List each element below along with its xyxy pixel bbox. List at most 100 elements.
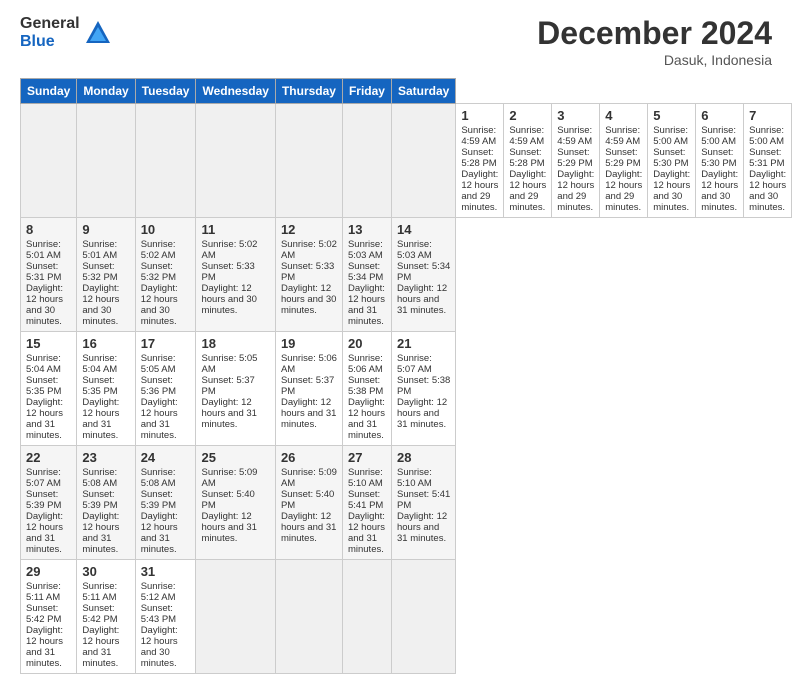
day-number: 1 — [461, 108, 498, 123]
table-row: 5Sunrise: 5:00 AMSunset: 5:30 PMDaylight… — [648, 104, 696, 218]
sunrise-text: Sunrise: 5:05 AM — [201, 353, 257, 375]
daylight-text: Daylight: 12 hours and 31 minutes. — [397, 397, 447, 430]
sunset-text: Sunset: 5:39 PM — [82, 489, 117, 511]
day-number: 24 — [141, 450, 191, 465]
daylight-text: Daylight: 12 hours and 30 minutes. — [26, 283, 63, 327]
logo-blue: Blue — [20, 33, 80, 51]
sunset-text: Sunset: 5:31 PM — [749, 147, 784, 169]
sunset-text: Sunset: 5:35 PM — [26, 375, 61, 397]
logo: General Blue — [20, 15, 112, 50]
daylight-text: Daylight: 12 hours and 31 minutes. — [26, 511, 63, 555]
day-number: 23 — [82, 450, 129, 465]
table-row: 8Sunrise: 5:01 AMSunset: 5:31 PMDaylight… — [21, 218, 77, 332]
page: General Blue December 2024 Dasuk, Indone… — [0, 0, 792, 612]
daylight-text: Daylight: 12 hours and 31 minutes. — [397, 283, 447, 316]
sunset-text: Sunset: 5:42 PM — [26, 603, 61, 625]
title-block: December 2024 Dasuk, Indonesia — [537, 15, 772, 68]
day-number: 27 — [348, 450, 386, 465]
sunrise-text: Sunrise: 5:11 AM — [26, 581, 61, 603]
day-number: 29 — [26, 564, 71, 579]
sunrise-text: Sunrise: 4:59 AM — [461, 125, 496, 147]
day-number: 3 — [557, 108, 594, 123]
col-saturday: Saturday — [391, 79, 455, 104]
table-row: 3Sunrise: 4:59 AMSunset: 5:29 PMDaylight… — [552, 104, 600, 218]
table-row: 10Sunrise: 5:02 AMSunset: 5:32 PMDayligh… — [135, 218, 196, 332]
table-row: 23Sunrise: 5:08 AMSunset: 5:39 PMDayligh… — [77, 446, 135, 560]
daylight-text: Daylight: 12 hours and 31 minutes. — [348, 283, 385, 327]
daylight-text: Daylight: 12 hours and 30 minutes. — [201, 283, 256, 316]
sunset-text: Sunset: 5:31 PM — [26, 261, 61, 283]
location: Dasuk, Indonesia — [537, 52, 772, 68]
day-number: 15 — [26, 336, 71, 351]
sunrise-text: Sunrise: 5:06 AM — [281, 353, 337, 375]
calendar-header-row: Sunday Monday Tuesday Wednesday Thursday… — [21, 79, 792, 104]
sunrise-text: Sunrise: 4:59 AM — [605, 125, 640, 147]
sunrise-text: Sunrise: 5:07 AM — [397, 353, 432, 375]
daylight-text: Daylight: 12 hours and 29 minutes. — [509, 169, 546, 213]
sunrise-text: Sunrise: 5:02 AM — [281, 239, 337, 261]
table-row: 24Sunrise: 5:08 AMSunset: 5:39 PMDayligh… — [135, 446, 196, 560]
sunset-text: Sunset: 5:28 PM — [461, 147, 496, 169]
logo-text: General Blue — [20, 15, 80, 50]
daylight-text: Daylight: 12 hours and 31 minutes. — [141, 511, 178, 555]
daylight-text: Daylight: 12 hours and 31 minutes. — [348, 397, 385, 441]
daylight-text: Daylight: 12 hours and 31 minutes. — [26, 625, 63, 669]
day-number: 9 — [82, 222, 129, 237]
day-number: 7 — [749, 108, 786, 123]
sunrise-text: Sunrise: 5:01 AM — [82, 239, 117, 261]
sunset-text: Sunset: 5:33 PM — [281, 261, 334, 283]
day-number: 26 — [281, 450, 337, 465]
day-number: 30 — [82, 564, 129, 579]
sunrise-text: Sunrise: 5:09 AM — [201, 467, 257, 489]
day-number: 21 — [397, 336, 450, 351]
table-row — [342, 560, 391, 674]
daylight-text: Daylight: 12 hours and 31 minutes. — [201, 511, 256, 544]
daylight-text: Daylight: 12 hours and 30 minutes. — [701, 169, 738, 213]
table-row: 19Sunrise: 5:06 AMSunset: 5:37 PMDayligh… — [275, 332, 342, 446]
daylight-text: Daylight: 12 hours and 31 minutes. — [397, 511, 447, 544]
daylight-text: Daylight: 12 hours and 30 minutes. — [82, 283, 119, 327]
day-number: 5 — [653, 108, 690, 123]
table-row: 15Sunrise: 5:04 AMSunset: 5:35 PMDayligh… — [21, 332, 77, 446]
month-title: December 2024 — [537, 15, 772, 52]
sunrise-text: Sunrise: 5:10 AM — [348, 467, 383, 489]
table-row — [21, 104, 77, 218]
table-row: 31Sunrise: 5:12 AMSunset: 5:43 PMDayligh… — [135, 560, 196, 674]
daylight-text: Daylight: 12 hours and 30 minutes. — [281, 283, 336, 316]
table-row: 18Sunrise: 5:05 AMSunset: 5:37 PMDayligh… — [196, 332, 275, 446]
table-row: 20Sunrise: 5:06 AMSunset: 5:38 PMDayligh… — [342, 332, 391, 446]
sunrise-text: Sunrise: 5:00 AM — [701, 125, 736, 147]
sunset-text: Sunset: 5:30 PM — [701, 147, 736, 169]
daylight-text: Daylight: 12 hours and 31 minutes. — [281, 397, 336, 430]
sunset-text: Sunset: 5:38 PM — [397, 375, 450, 397]
table-row: 12Sunrise: 5:02 AMSunset: 5:33 PMDayligh… — [275, 218, 342, 332]
sunset-text: Sunset: 5:35 PM — [82, 375, 117, 397]
day-number: 10 — [141, 222, 191, 237]
daylight-text: Daylight: 12 hours and 30 minutes. — [653, 169, 690, 213]
daylight-text: Daylight: 12 hours and 31 minutes. — [82, 397, 119, 441]
daylight-text: Daylight: 12 hours and 31 minutes. — [281, 511, 336, 544]
sunrise-text: Sunrise: 5:12 AM — [141, 581, 176, 603]
table-row — [275, 104, 342, 218]
table-row — [196, 560, 275, 674]
daylight-text: Daylight: 12 hours and 31 minutes. — [82, 625, 119, 669]
sunrise-text: Sunrise: 5:03 AM — [397, 239, 432, 261]
table-row: 26Sunrise: 5:09 AMSunset: 5:40 PMDayligh… — [275, 446, 342, 560]
daylight-text: Daylight: 12 hours and 31 minutes. — [82, 511, 119, 555]
sunrise-text: Sunrise: 5:05 AM — [141, 353, 176, 375]
sunset-text: Sunset: 5:37 PM — [281, 375, 334, 397]
table-row: 11Sunrise: 5:02 AMSunset: 5:33 PMDayligh… — [196, 218, 275, 332]
sunset-text: Sunset: 5:39 PM — [141, 489, 176, 511]
table-row — [342, 104, 391, 218]
sunset-text: Sunset: 5:40 PM — [201, 489, 254, 511]
day-number: 4 — [605, 108, 642, 123]
col-sunday: Sunday — [21, 79, 77, 104]
day-number: 11 — [201, 222, 269, 237]
sunset-text: Sunset: 5:39 PM — [26, 489, 61, 511]
daylight-text: Daylight: 12 hours and 29 minutes. — [461, 169, 498, 213]
daylight-text: Daylight: 12 hours and 31 minutes. — [348, 511, 385, 555]
day-number: 16 — [82, 336, 129, 351]
table-row: 17Sunrise: 5:05 AMSunset: 5:36 PMDayligh… — [135, 332, 196, 446]
sunrise-text: Sunrise: 5:01 AM — [26, 239, 61, 261]
table-row — [391, 560, 455, 674]
